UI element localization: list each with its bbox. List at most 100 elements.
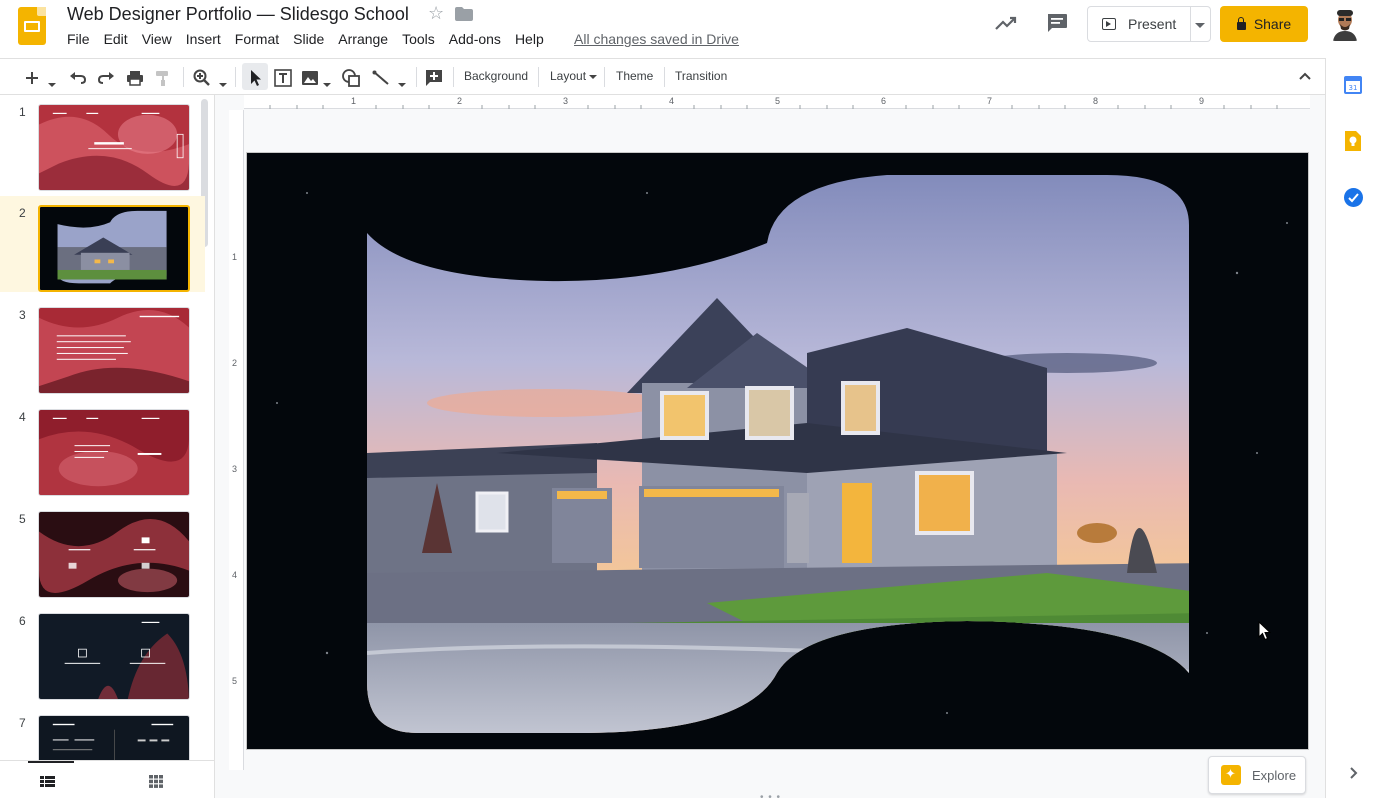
menu-tools[interactable]: Tools [395, 31, 442, 49]
filmstrip-footer [0, 760, 215, 798]
menu-edit[interactable]: Edit [97, 31, 135, 49]
app-header: Web Designer Portfolio — Slidesgo School… [0, 0, 1377, 58]
menu-view[interactable]: View [135, 31, 179, 49]
slide-thumbnail[interactable] [38, 409, 190, 496]
line-icon[interactable] [372, 68, 390, 88]
slide-thumbnail[interactable] [38, 307, 190, 394]
slides-logo-icon[interactable] [18, 7, 46, 45]
chevron-right-icon[interactable] [1348, 767, 1358, 779]
document-title[interactable]: Web Designer Portfolio — Slidesgo School [67, 4, 409, 25]
explore-button[interactable]: Explore [1208, 756, 1306, 794]
slide-number: 7 [19, 716, 26, 730]
comment-icon[interactable] [1046, 13, 1068, 33]
menu-arrange[interactable]: Arrange [331, 31, 395, 49]
present-icon [1102, 18, 1116, 30]
undo-icon[interactable] [69, 68, 87, 88]
share-label: Share [1253, 16, 1292, 32]
toolbar-divider [416, 67, 417, 87]
user-avatar[interactable] [1331, 7, 1359, 41]
menu-bar: File Edit View Insert Format Slide Arran… [60, 31, 551, 49]
menu-help[interactable]: Help [508, 31, 551, 49]
svg-text:31: 31 [1349, 84, 1358, 92]
slide-number: 2 [19, 206, 26, 220]
toolbar-divider [235, 67, 236, 87]
layout-button[interactable]: Layout [550, 69, 598, 89]
slide-number: 4 [19, 410, 26, 424]
present-dropdown-chevron-icon[interactable] [1190, 6, 1211, 42]
star-icon[interactable]: ☆ [428, 3, 444, 24]
slide-thumbnail-row[interactable]: 3 [0, 298, 205, 394]
redo-icon[interactable] [97, 68, 115, 88]
horizontal-ruler: 1 2 3 4 5 6 7 8 9 [244, 95, 1310, 109]
transition-button[interactable]: Transition [675, 69, 727, 89]
select-cursor-icon[interactable] [248, 68, 262, 88]
slide-thumbnail[interactable] [38, 511, 190, 598]
slide-thumbnail-row[interactable]: 6 [0, 604, 205, 700]
ruler-number: 4 [232, 570, 238, 580]
slide-thumbnail-row-selected[interactable]: 2 [0, 196, 205, 292]
new-slide-caret-icon[interactable] [48, 76, 56, 96]
menu-addons[interactable]: Add-ons [442, 31, 508, 49]
vertical-ruler: 1 2 3 4 5 [229, 110, 244, 770]
text-box-icon[interactable] [274, 68, 292, 88]
zoom-caret-icon[interactable] [219, 76, 227, 96]
toolbar-divider [604, 67, 605, 87]
menu-file[interactable]: File [60, 31, 97, 49]
slide-thumbnail[interactable] [38, 613, 190, 700]
list-view-icon[interactable] [40, 776, 55, 787]
zoom-icon[interactable] [193, 68, 211, 88]
line-caret-icon[interactable] [398, 76, 406, 96]
print-icon[interactable] [126, 68, 144, 88]
present-label: Present [1128, 16, 1177, 32]
slide-filmstrip: 1 2 3 4 5 6 7 [0, 95, 215, 760]
slide-thumbnail-row[interactable]: 1 [0, 95, 205, 191]
keep-icon[interactable] [1345, 131, 1361, 151]
background-button[interactable]: Background [464, 69, 528, 89]
paint-format-icon[interactable] [155, 68, 171, 88]
ruler-number: 2 [232, 358, 238, 368]
present-button[interactable]: Present [1087, 6, 1191, 42]
slide-house-image [247, 153, 1308, 749]
slide-thumbnail-row[interactable]: 4 [0, 400, 205, 496]
chevron-up-icon[interactable] [1298, 71, 1312, 81]
toolbar-divider [664, 67, 665, 87]
mouse-cursor-icon [1258, 621, 1272, 641]
toolbar-divider [453, 67, 454, 87]
slide-thumbnail[interactable] [38, 715, 190, 760]
ruler-number: 5 [232, 676, 238, 686]
menu-insert[interactable]: Insert [179, 31, 228, 49]
new-slide-plus-icon[interactable] [25, 68, 39, 88]
slide-thumbnail-selected[interactable] [38, 205, 190, 292]
current-slide[interactable] [246, 152, 1309, 750]
slide-number: 3 [19, 308, 26, 322]
view-active-indicator [28, 761, 74, 763]
folder-icon[interactable] [455, 7, 473, 21]
shape-icon[interactable] [341, 68, 361, 88]
slide-number: 5 [19, 512, 26, 526]
slide-number: 1 [19, 105, 26, 119]
side-panel: 31 [1325, 58, 1377, 798]
layout-label: Layout [550, 69, 587, 83]
grid-view-icon[interactable] [149, 775, 163, 788]
slide-number: 6 [19, 614, 26, 628]
layout-caret-icon [589, 74, 598, 79]
tasks-icon[interactable] [1344, 188, 1363, 207]
save-status-link[interactable]: All changes saved in Drive [574, 31, 739, 47]
menu-slide[interactable]: Slide [286, 31, 331, 49]
explore-icon [1221, 765, 1241, 785]
add-comment-icon[interactable] [425, 68, 443, 88]
menu-format[interactable]: Format [228, 31, 286, 49]
activity-trend-icon[interactable] [994, 13, 1018, 33]
theme-button[interactable]: Theme [616, 69, 653, 89]
calendar-icon[interactable]: 31 [1344, 76, 1362, 94]
toolbar-divider [538, 67, 539, 87]
ruler-number: 3 [232, 464, 238, 474]
lock-icon [1236, 17, 1246, 30]
slide-thumbnail-row[interactable]: 5 [0, 502, 205, 598]
image-caret-icon[interactable] [323, 76, 331, 96]
slide-thumbnail[interactable] [38, 104, 190, 191]
explore-label: Explore [1252, 767, 1297, 783]
image-icon[interactable] [301, 68, 319, 88]
slide-thumbnail-row[interactable]: 7 [0, 706, 205, 760]
share-button[interactable]: Share [1220, 6, 1308, 42]
